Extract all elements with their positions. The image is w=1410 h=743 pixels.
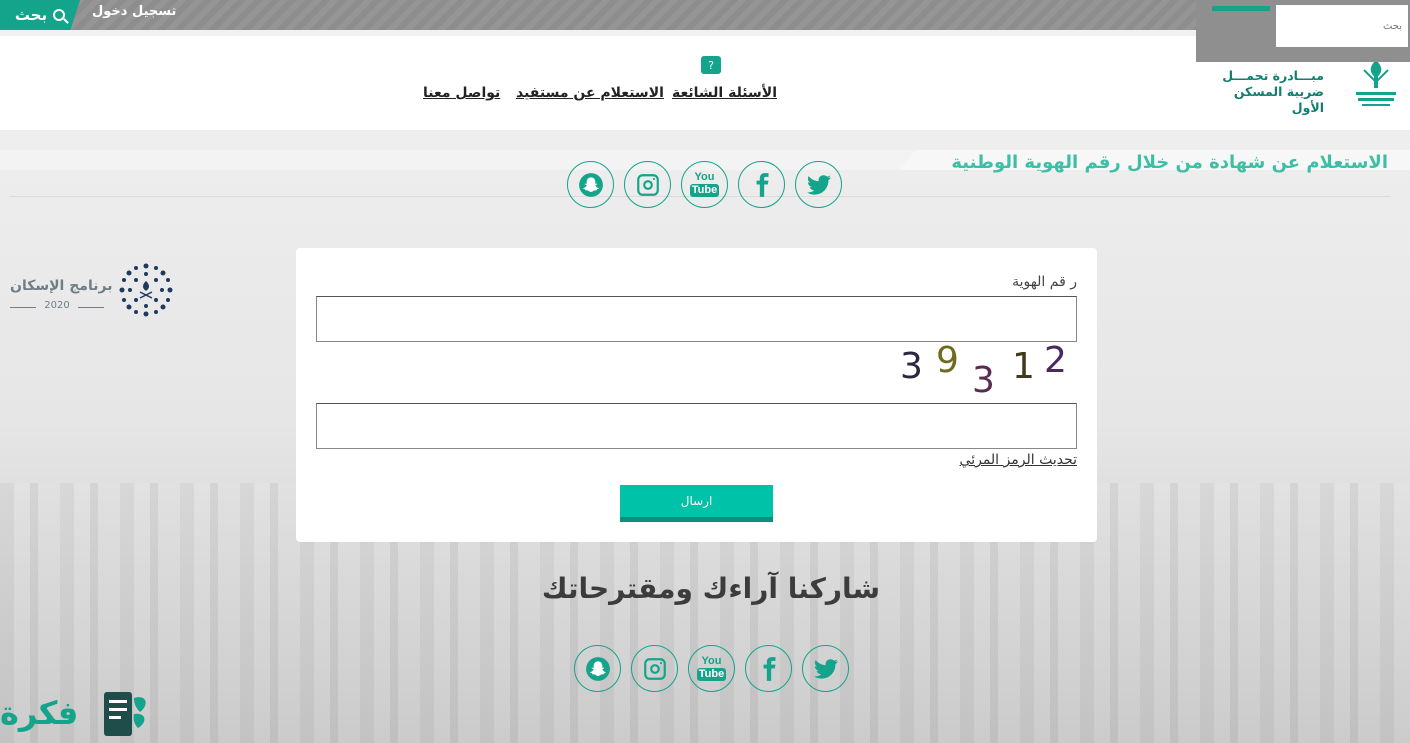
search-input[interactable] — [1276, 5, 1408, 47]
twitter-icon — [806, 174, 831, 195]
youtube-link-bottom[interactable]: You Tube — [688, 645, 735, 692]
search-icon — [53, 9, 66, 21]
id-number-label: ر قم الهوية — [1012, 274, 1077, 290]
instagram-link[interactable] — [624, 161, 671, 208]
youtube-icon-bottom: Tube — [696, 668, 727, 681]
facebook-icon — [756, 172, 768, 197]
program-name: برنامج الإسكان — [10, 278, 113, 294]
id-number-input[interactable] — [316, 296, 1077, 342]
facebook-link[interactable] — [738, 161, 785, 208]
captcha-input[interactable] — [316, 403, 1077, 449]
youtube-icon: You Tube — [696, 655, 727, 681]
captcha-image: 3 9 3 1 2 — [896, 340, 1076, 401]
facebook-link-bottom[interactable] — [745, 645, 792, 692]
snapchat-link-bottom[interactable] — [574, 645, 621, 692]
initiative-title[interactable]: مبـــادرة تحمـــل ضريبة المسكن الأول — [1200, 68, 1324, 116]
instagram-icon — [643, 657, 666, 680]
captcha-digit: 9 — [936, 340, 959, 381]
search-button[interactable]: بحث — [0, 0, 80, 30]
program-emblem-icon — [119, 263, 173, 317]
housing-program-logo: برنامج الإسكان 2020 — [10, 262, 174, 318]
snapchat-link[interactable] — [567, 161, 614, 208]
share-feedback-heading: شاركنا آراءك ومقترحاتك — [541, 572, 881, 605]
search-popup-accent — [1212, 6, 1270, 11]
initiative-line-2: ضريبة المسكن الأول — [1233, 84, 1324, 115]
inquiry-form-card: ر قم الهوية 3 9 3 1 2 تحديث الرمز المرئي… — [296, 248, 1097, 542]
ministry-logo-icon[interactable] — [1350, 56, 1402, 110]
nav-beneficiary-inquiry[interactable]: الاستعلام عن مستفيد — [516, 85, 664, 101]
nav-faq[interactable]: الأسئلة الشائعة — [672, 85, 777, 101]
watermark-text: فكرة — [0, 694, 79, 732]
twitter-link[interactable] — [795, 161, 842, 208]
facebook-icon — [763, 656, 775, 681]
captcha-digit: 3 — [900, 346, 923, 387]
login-link[interactable]: تسجيل دخول — [92, 4, 176, 19]
instagram-icon — [636, 173, 659, 196]
page-title: الاستعلام عن شهادة من خلال رقم الهوية ال… — [951, 152, 1388, 173]
captcha-digit: 2 — [1044, 340, 1067, 381]
twitter-link-bottom[interactable] — [802, 645, 849, 692]
captcha-digit: 3 — [972, 360, 995, 401]
refresh-captcha-link[interactable]: تحديث الرمز المرئي — [960, 452, 1077, 468]
search-label: بحث — [14, 6, 48, 24]
twitter-icon — [813, 658, 838, 679]
youtube-icon-bottom: Tube — [689, 184, 720, 197]
youtube-icon: You Tube — [689, 171, 720, 197]
youtube-link[interactable]: You Tube — [681, 161, 728, 208]
snapchat-icon — [585, 656, 610, 681]
youtube-icon-top: You — [701, 655, 722, 667]
watermark-logo: فكرة — [0, 684, 160, 743]
faq-icon: ? — [701, 56, 721, 74]
initiative-line-1: مبـــادرة تحمـــل — [1222, 68, 1324, 83]
instagram-link-bottom[interactable] — [631, 645, 678, 692]
snapchat-icon — [578, 172, 603, 197]
program-year: 2020 — [10, 300, 104, 311]
submit-button[interactable]: ارسال — [620, 485, 773, 522]
captcha-digit: 1 — [1012, 346, 1035, 387]
youtube-icon-top: You — [694, 171, 715, 183]
document-leaf-icon — [104, 692, 146, 736]
nav-contact[interactable]: تواصل معنا — [423, 85, 500, 101]
search-popup — [1196, 0, 1410, 62]
